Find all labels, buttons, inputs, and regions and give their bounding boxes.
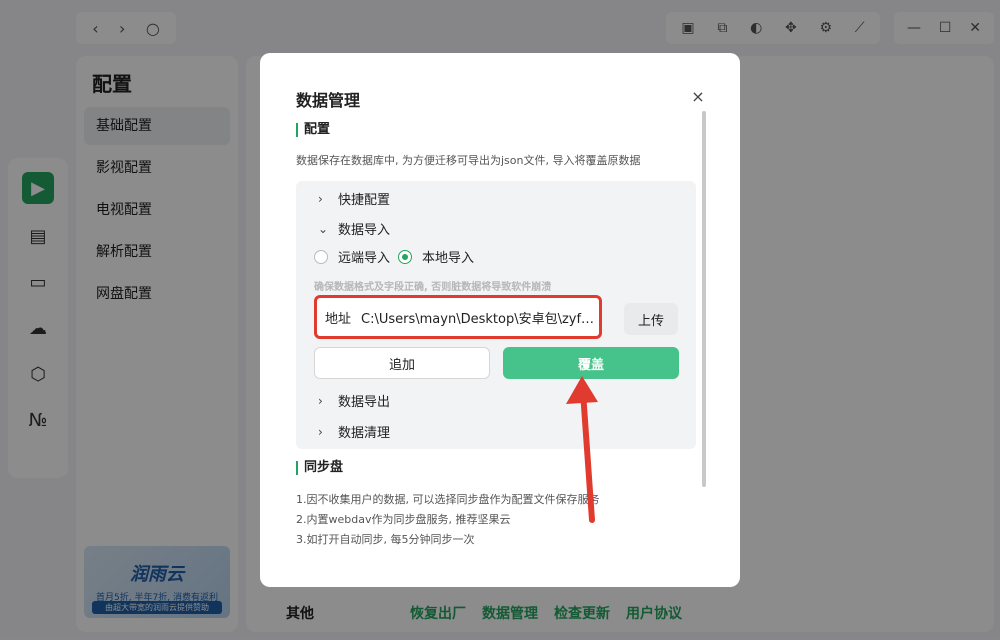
- upload-button[interactable]: 上传: [624, 303, 678, 335]
- collapse-data-import[interactable]: ⌄ 数据导入: [318, 219, 391, 239]
- config-section-title: 配置: [296, 123, 330, 137]
- remote-radio-label[interactable]: 远端导入: [338, 247, 390, 266]
- collapse-quick-config[interactable]: › 快捷配置: [318, 189, 391, 209]
- collapse-data-clean[interactable]: › 数据清理: [318, 422, 391, 442]
- quick-config-label: 快捷配置: [338, 193, 391, 208]
- sync-section-lines: 1.因不收集用户的数据, 可以选择同步盘作为配置文件保存服务 2.内置webda…: [296, 490, 600, 550]
- data-clean-label: 数据清理: [338, 426, 391, 441]
- collapse-data-export[interactable]: › 数据导出: [318, 391, 391, 411]
- import-warning: 确保数据格式及字段正确, 否则脏数据将导致软件崩溃: [314, 282, 552, 293]
- address-label: 地址: [325, 311, 352, 327]
- sync-line: 3.如打开自动同步, 每5分钟同步一次: [296, 533, 475, 546]
- chevron-right-icon: ›: [318, 191, 323, 206]
- close-icon[interactable]: ×: [690, 87, 706, 106]
- chevron-down-icon: ⌄: [318, 221, 329, 236]
- config-section-desc: 数据保存在数据库中, 为方便迁移可导出为json文件, 导入将覆盖原数据: [296, 154, 641, 167]
- address-field[interactable]: 地址 C:\Users\mayn\Desktop\安卓包\zyfun.json: [314, 295, 602, 339]
- config-collapse-box: › 快捷配置 ⌄ 数据导入 远端导入 本地导入 确保数据格式及字段正确, 否则脏…: [296, 181, 696, 449]
- data-management-dialog: 数据管理 × 配置 数据保存在数据库中, 为方便迁移可导出为json文件, 导入…: [260, 53, 740, 587]
- local-radio-label[interactable]: 本地导入: [422, 247, 474, 266]
- address-value[interactable]: C:\Users\mayn\Desktop\安卓包\zyfun.json: [361, 308, 599, 327]
- dialog-title: 数据管理: [296, 91, 361, 110]
- remote-radio[interactable]: [314, 249, 328, 264]
- data-import-label: 数据导入: [338, 223, 391, 238]
- data-export-label: 数据导出: [338, 395, 391, 410]
- dialog-scrollbar[interactable]: [702, 111, 706, 487]
- sync-line: 1.因不收集用户的数据, 可以选择同步盘作为配置文件保存服务: [296, 493, 600, 506]
- local-radio[interactable]: [398, 249, 413, 264]
- import-mode-radios: 远端导入 本地导入: [314, 247, 474, 266]
- chevron-right-icon: ›: [318, 424, 323, 439]
- annotation-arrow-icon: [566, 376, 598, 523]
- chevron-right-icon: ›: [318, 393, 323, 408]
- append-button[interactable]: 追加: [314, 347, 490, 379]
- sync-section-title: 同步盘: [296, 461, 343, 475]
- sync-line: 2.内置webdav作为同步盘服务, 推荐坚果云: [296, 513, 511, 526]
